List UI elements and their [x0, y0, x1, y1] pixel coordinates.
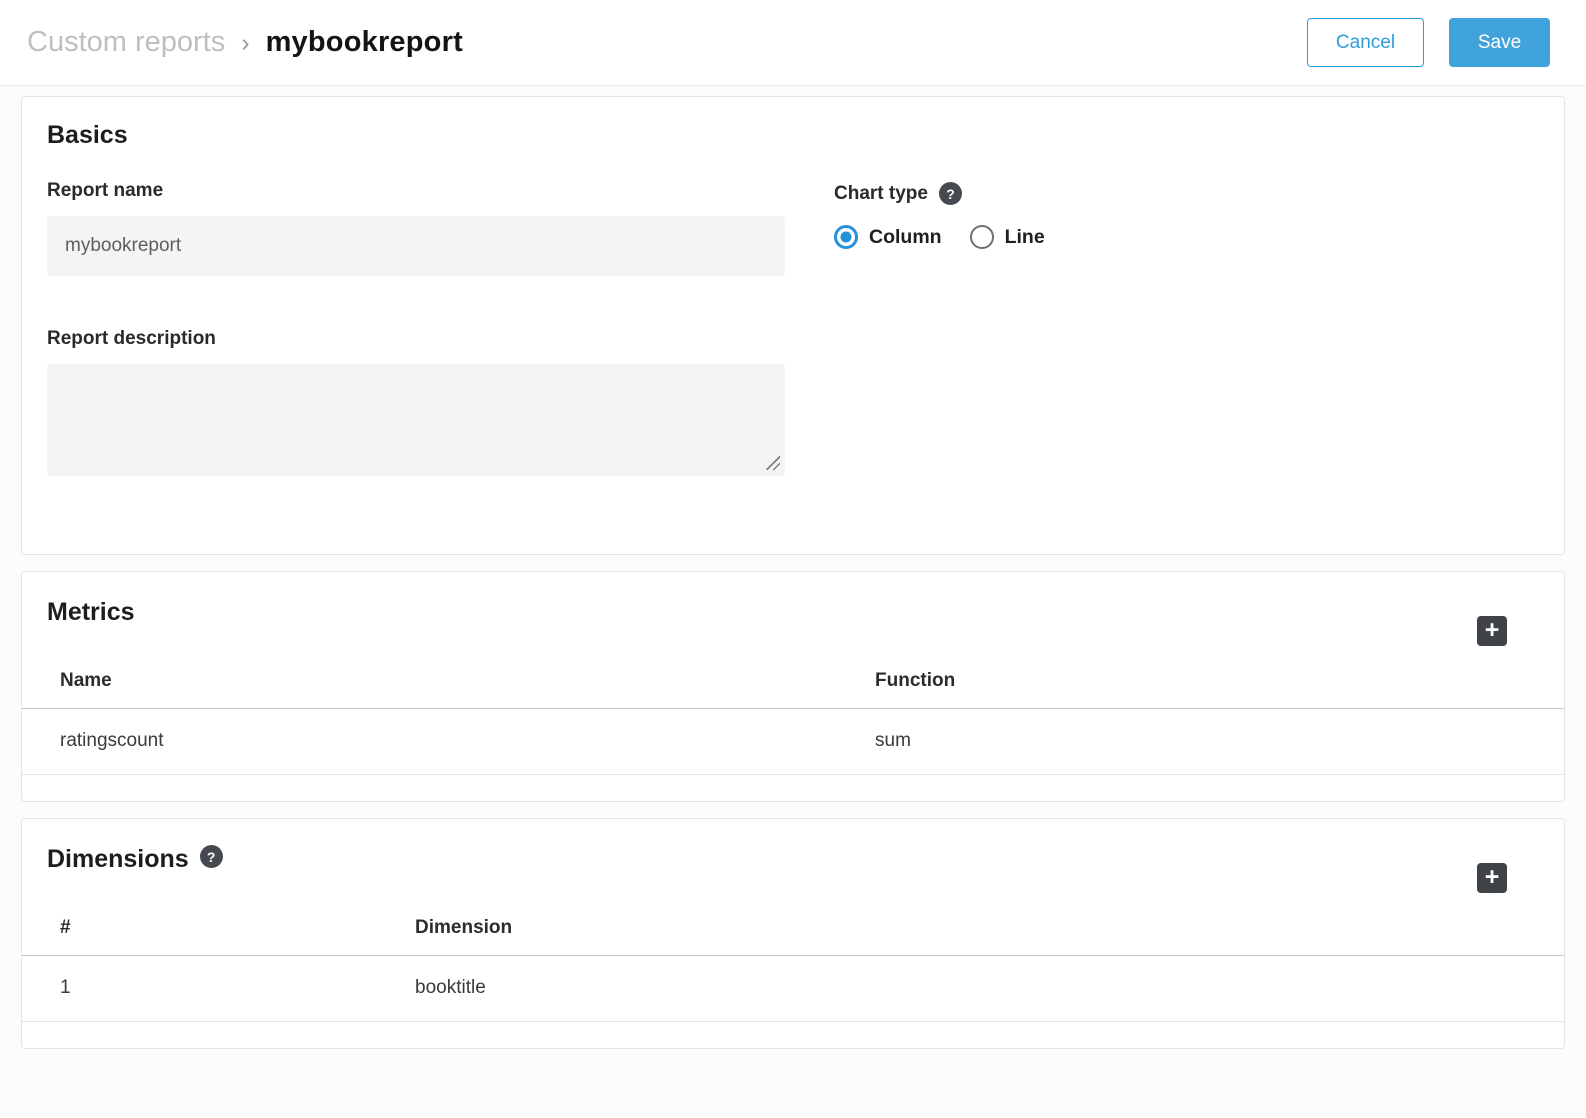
chart-type-option-line[interactable]: Line — [970, 225, 1045, 249]
dimensions-table: # Dimension 1 booktitle — [22, 902, 1564, 1022]
dimension-number-cell: 1 — [22, 956, 415, 1021]
add-dimension-button[interactable]: + — [1477, 863, 1507, 893]
chart-type-line-label: Line — [1005, 226, 1045, 249]
basics-title: Basics — [47, 121, 1538, 150]
radio-selected-icon[interactable] — [834, 225, 858, 249]
cancel-button[interactable]: Cancel — [1307, 18, 1424, 67]
dimensions-card: Dimensions ? + # Dimension 1 booktitle — [21, 818, 1565, 1049]
dimension-name-cell: booktitle — [415, 956, 1564, 1021]
chart-type-radio-group: Column Line — [834, 225, 1045, 249]
add-metric-button[interactable]: + — [1477, 616, 1507, 646]
chart-type-label-text: Chart type — [834, 183, 928, 205]
breadcrumb-current-report: mybookreport — [266, 26, 463, 59]
radio-unselected-icon[interactable] — [970, 225, 994, 249]
metrics-col-name: Name — [22, 655, 875, 708]
breadcrumb: Custom reports › mybookreport — [27, 26, 1307, 59]
metrics-col-function: Function — [875, 655, 1564, 708]
chart-type-help-icon[interactable]: ? — [939, 182, 962, 205]
chart-type-column-label: Column — [869, 226, 942, 249]
dimensions-title-text: Dimensions — [47, 845, 189, 874]
metrics-table-header: Name Function — [22, 655, 1564, 709]
metrics-card: Metrics + Name Function ratingscount sum — [21, 571, 1565, 802]
chart-type-option-column[interactable]: Column — [834, 225, 942, 249]
chevron-right-icon: › — [241, 29, 249, 58]
metrics-title: Metrics — [47, 598, 1564, 627]
dimensions-help-icon[interactable]: ? — [200, 845, 223, 868]
chart-type-label: Chart type ? — [834, 182, 1045, 205]
report-description-textarea[interactable] — [47, 364, 785, 476]
basics-card: Basics Report name Report description Ch… — [21, 96, 1565, 555]
dimensions-title: Dimensions ? — [47, 845, 1564, 874]
page-header: Custom reports › mybookreport Cancel Sav… — [0, 0, 1586, 86]
metric-function-cell: sum — [875, 709, 1564, 774]
dimensions-col-dimension: Dimension — [415, 902, 1564, 955]
report-name-input[interactable] — [47, 216, 785, 276]
table-row[interactable]: 1 booktitle — [22, 956, 1564, 1022]
report-description-label: Report description — [47, 328, 785, 350]
dimensions-table-header: # Dimension — [22, 902, 1564, 956]
report-name-label: Report name — [47, 180, 785, 202]
save-button[interactable]: Save — [1449, 18, 1550, 67]
metric-name-cell: ratingscount — [22, 709, 875, 774]
table-row[interactable]: ratingscount sum — [22, 709, 1564, 775]
breadcrumb-custom-reports-link[interactable]: Custom reports — [27, 26, 225, 59]
metrics-table: Name Function ratingscount sum — [22, 655, 1564, 775]
dimensions-col-number: # — [22, 902, 415, 955]
